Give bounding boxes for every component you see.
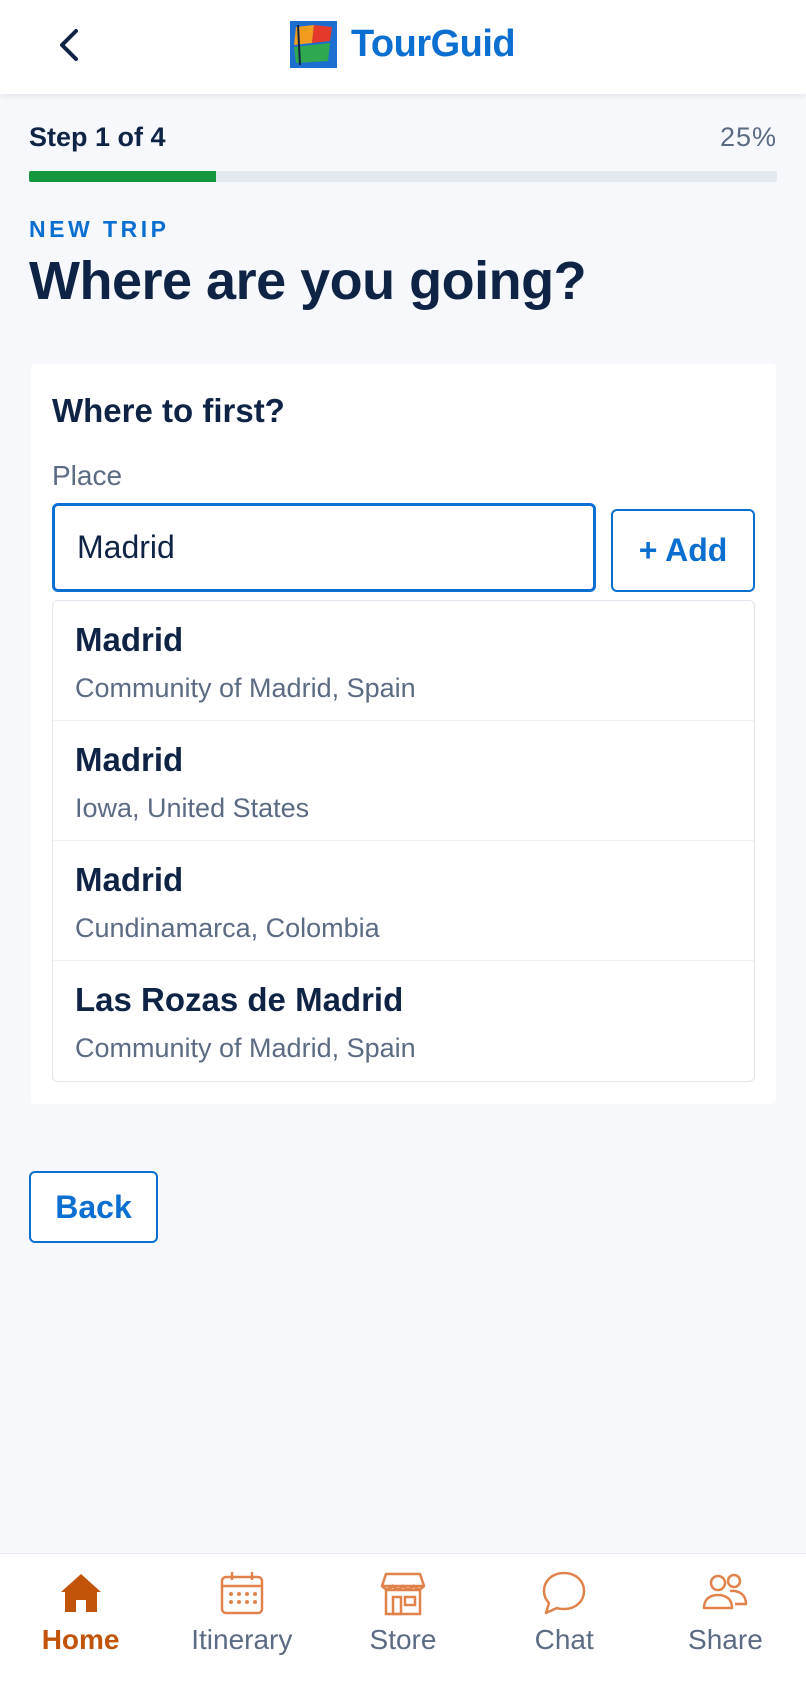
suggestion-item[interactable]: Las Rozas de Madrid Community of Madrid,… xyxy=(53,961,754,1081)
chevron-left-icon xyxy=(60,29,78,61)
suggestion-item[interactable]: Madrid Iowa, United States xyxy=(53,721,754,841)
home-icon xyxy=(60,1574,101,1612)
store-icon xyxy=(380,1572,426,1616)
app-header: TourGuid xyxy=(0,0,806,94)
tab-share[interactable]: Share xyxy=(645,1554,806,1698)
suggestion-region: Cundinamarca, Colombia xyxy=(75,913,380,943)
back-button[interactable]: Back xyxy=(29,1171,158,1243)
tab-chat[interactable]: Chat xyxy=(484,1554,645,1698)
tab-store[interactable]: Store xyxy=(322,1554,483,1698)
step-label: Step 1 of 4 xyxy=(29,122,166,152)
suggestion-name: Madrid xyxy=(75,861,184,898)
people-icon xyxy=(703,1573,748,1610)
calendar-icon xyxy=(220,1572,264,1615)
card-title: Where to first? xyxy=(52,392,285,429)
tab-label: Chat xyxy=(534,1624,594,1655)
flag-logo-icon xyxy=(290,20,337,68)
back-nav-button[interactable] xyxy=(44,20,94,70)
suggestion-item[interactable]: Madrid Cundinamarca, Colombia xyxy=(53,841,754,961)
suggestion-region: Iowa, United States xyxy=(75,793,310,823)
place-input[interactable] xyxy=(52,503,596,592)
tab-label: Itinerary xyxy=(191,1624,293,1655)
suggestion-region: Community of Madrid, Spain xyxy=(75,673,416,703)
tab-label: Home xyxy=(41,1624,120,1655)
progress-bar xyxy=(29,171,777,182)
tab-itinerary[interactable]: Itinerary xyxy=(161,1554,322,1698)
chat-bubble-icon xyxy=(542,1571,586,1615)
bottom-tab-bar: Home Itinerary Store Chat Share xyxy=(0,1553,806,1698)
suggestion-name: Madrid xyxy=(75,741,184,778)
progress-fill xyxy=(29,171,216,182)
step-indicator: Step 1 of 4 25% xyxy=(29,120,777,160)
brand[interactable]: TourGuid xyxy=(290,20,516,68)
tab-label: Store xyxy=(369,1624,437,1655)
suggestions-list: Madrid Community of Madrid, Spain Madrid… xyxy=(52,600,755,1082)
suggestion-name: Madrid xyxy=(75,621,184,658)
brand-name: TourGuid xyxy=(351,22,516,65)
eyebrow-label: NEW TRIP xyxy=(29,216,170,242)
place-field-label: Place xyxy=(52,460,123,491)
step-percent: 25% xyxy=(719,122,777,152)
tab-home[interactable]: Home xyxy=(0,1554,161,1698)
tab-label: Share xyxy=(688,1624,763,1655)
destination-card: Where to first? Place + Add Madrid Commu… xyxy=(31,364,776,1104)
add-place-button[interactable]: + Add xyxy=(611,509,755,592)
suggestion-region: Community of Madrid, Spain xyxy=(75,1033,416,1063)
suggestion-item[interactable]: Madrid Community of Madrid, Spain xyxy=(53,601,754,721)
page-title: Where are you going? xyxy=(29,251,587,311)
suggestion-name: Las Rozas de Madrid xyxy=(75,981,404,1018)
